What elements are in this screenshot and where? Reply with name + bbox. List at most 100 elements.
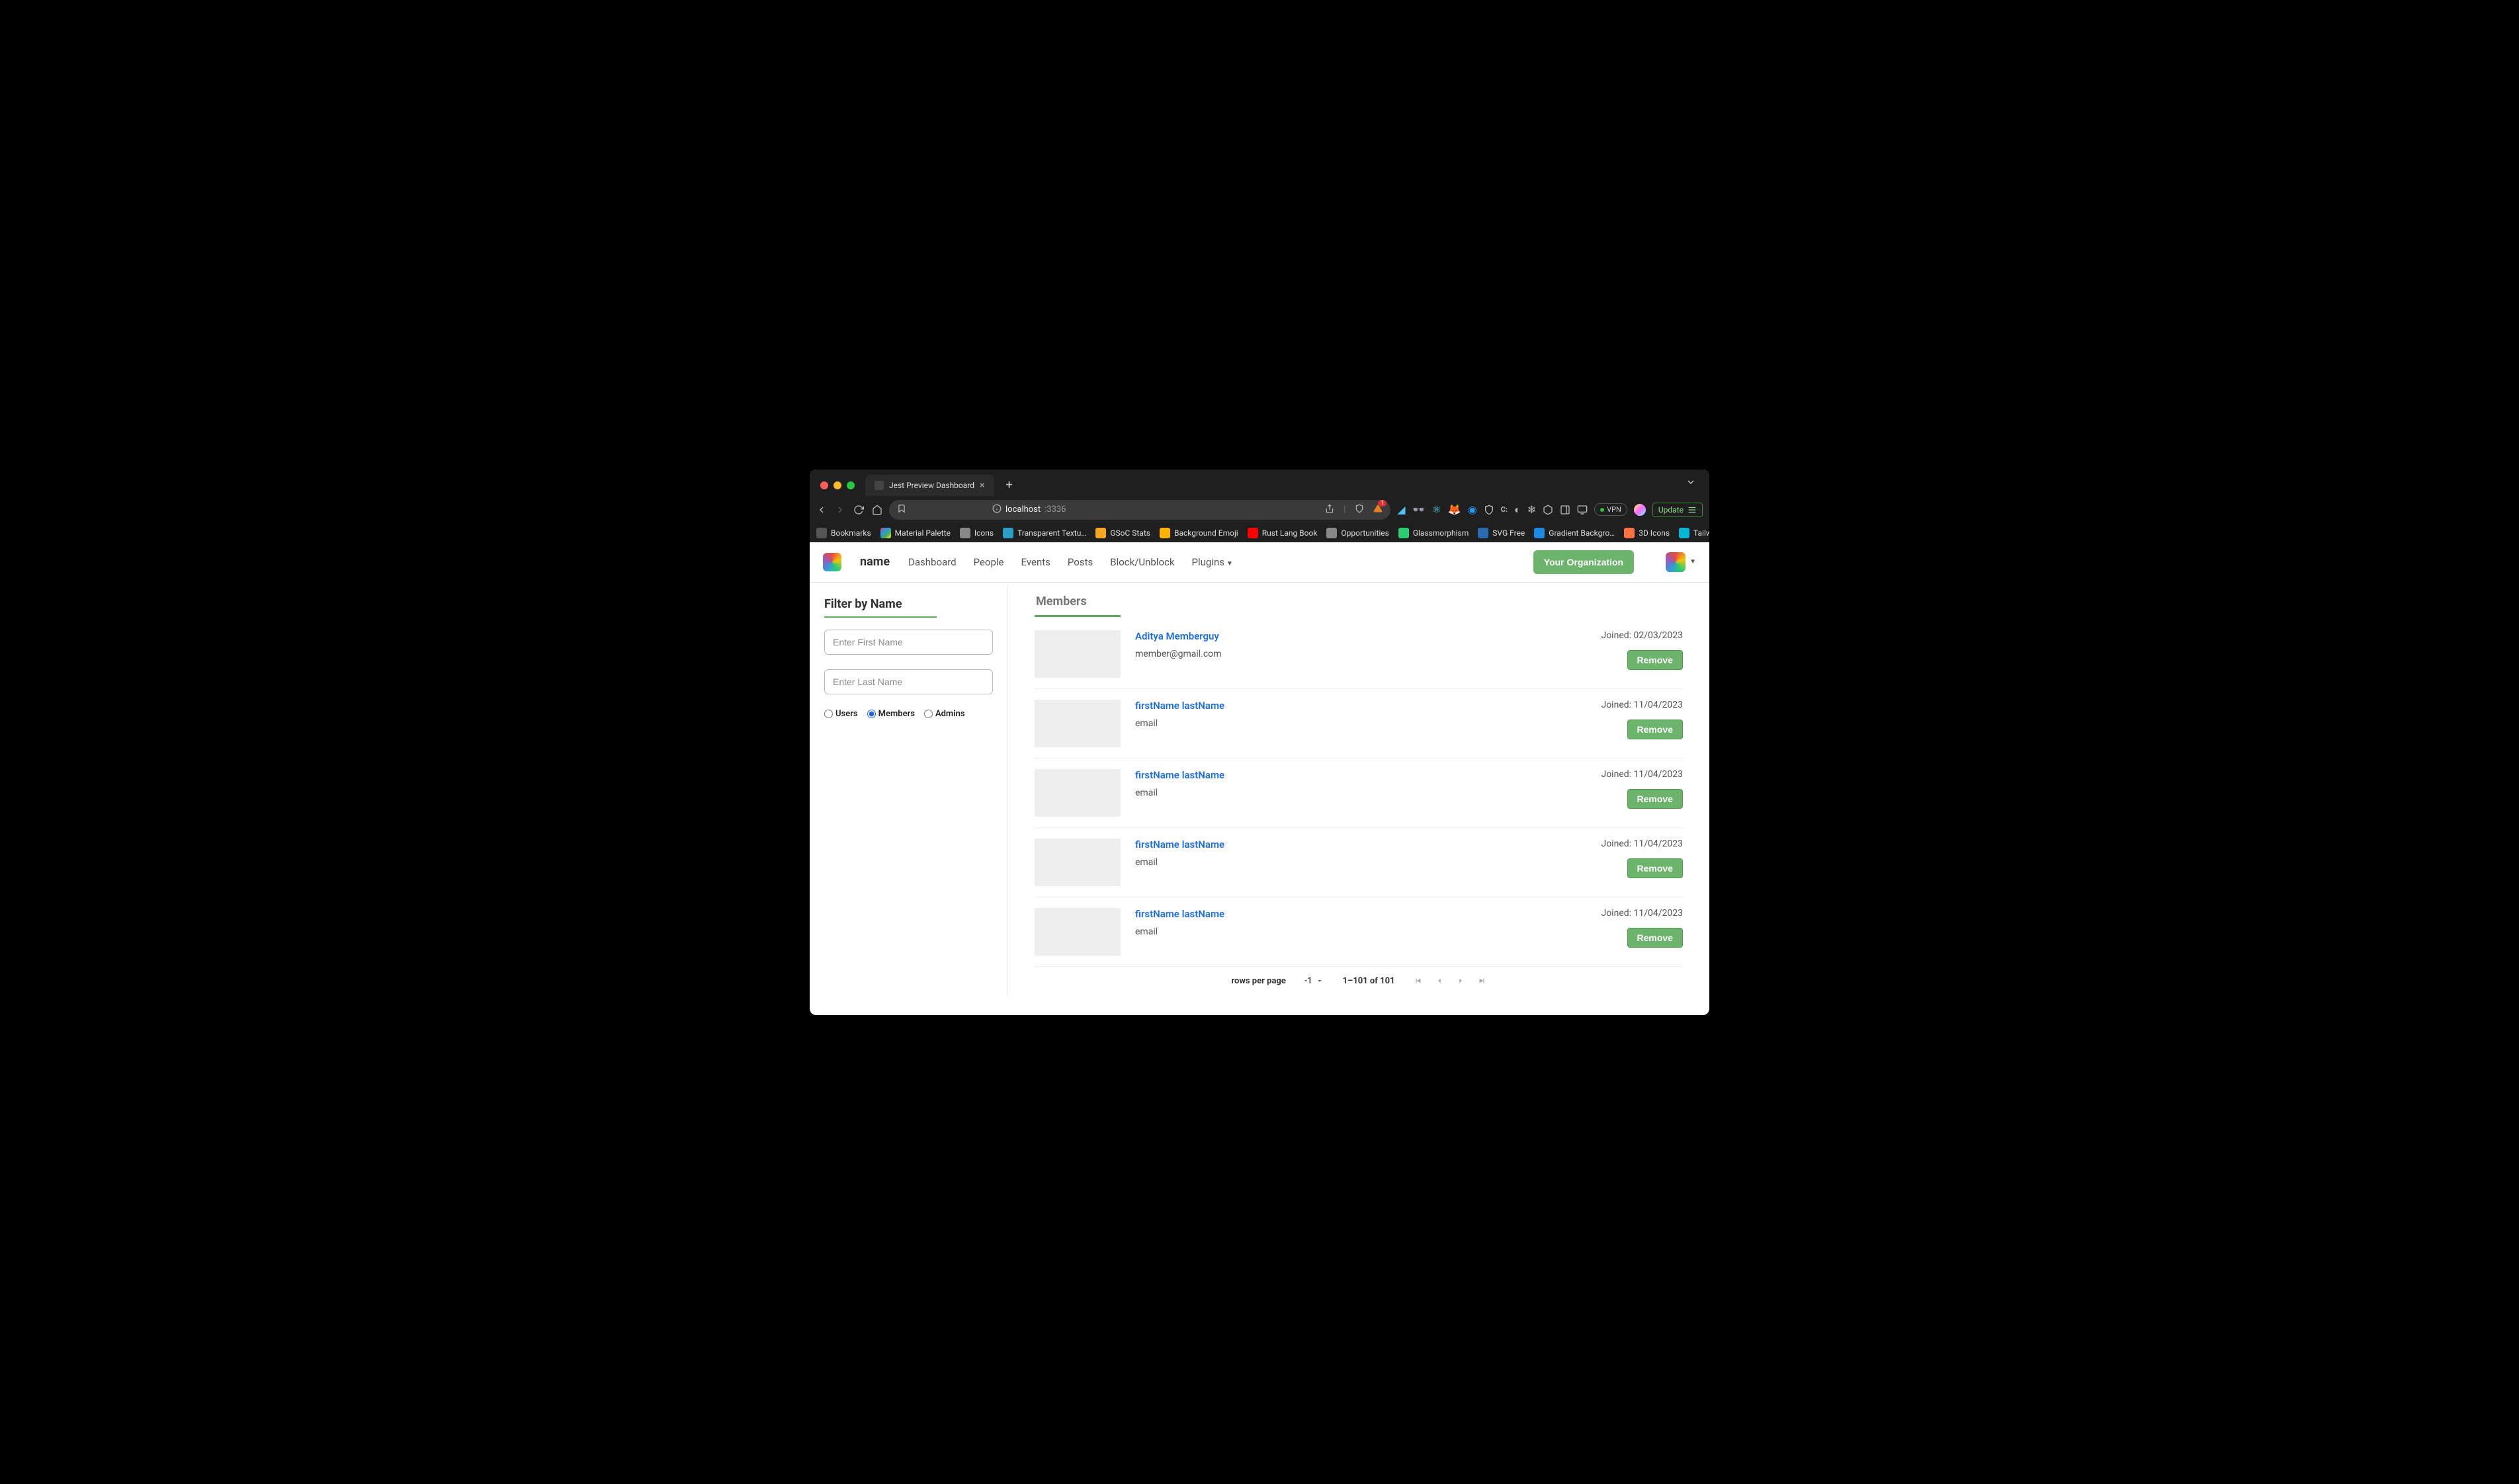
bookmark-item[interactable]: Glassmorphism [1398, 528, 1469, 538]
remove-button[interactable]: Remove [1627, 650, 1683, 670]
member-name-link[interactable]: Aditya Memberguy [1135, 630, 1549, 642]
browser-tab[interactable]: Jest Preview Dashboard × [865, 475, 994, 496]
info-icon[interactable] [992, 504, 1002, 516]
tab-title: Jest Preview Dashboard [889, 481, 974, 490]
remove-button[interactable]: Remove [1627, 720, 1683, 739]
warning-badge-icon[interactable] [1373, 504, 1383, 516]
ext-icon-paint[interactable]: ◢ [1397, 503, 1405, 516]
chevron-down-icon[interactable] [1686, 477, 1703, 494]
profile-avatar-icon[interactable] [1634, 504, 1646, 516]
ext-icon-fox[interactable]: 🦊 [1448, 503, 1461, 516]
window-minimize-icon[interactable] [833, 481, 841, 489]
ext-icon-snow[interactable]: ❄ [1527, 503, 1536, 516]
page-prev-icon[interactable] [1435, 976, 1444, 985]
content-area: Filter by Name Users Members Admins Memb… [810, 583, 1709, 1015]
device-icon[interactable] [1577, 505, 1588, 515]
bookmark-favicon [1398, 528, 1409, 538]
vpn-pill[interactable]: VPN [1594, 503, 1627, 516]
bookmark-item[interactable]: GSoC Stats [1095, 528, 1150, 538]
bookmark-item[interactable]: SVG Free [1478, 528, 1525, 538]
bookmark-label: 3D Icons [1639, 528, 1670, 538]
radio-admins[interactable]: Admins [924, 709, 965, 719]
member-joined: Joined: 02/03/2023 [1601, 630, 1683, 641]
remove-button[interactable]: Remove [1627, 789, 1683, 809]
member-name-link[interactable]: firstName lastName [1135, 839, 1549, 850]
bookmark-item[interactable]: Background Emoji [1160, 528, 1238, 538]
first-name-input[interactable] [824, 630, 993, 655]
bookmark-item[interactable]: Rust Lang Book [1248, 528, 1318, 538]
vpn-label: VPN [1607, 505, 1621, 514]
url-bar[interactable]: localhost:3336 | [889, 500, 1390, 520]
member-email: email [1135, 927, 1549, 937]
menu-icon [1687, 505, 1697, 515]
reload-icon[interactable] [853, 505, 864, 515]
panels-icon[interactable] [1560, 505, 1570, 515]
nav-plugins[interactable]: Plugins▼ [1192, 556, 1233, 568]
url-port: :3336 [1045, 505, 1066, 515]
member-row: firstName lastName email Joined: 11/04/2… [1035, 828, 1683, 897]
bookmark-favicon [880, 528, 891, 538]
update-label: Update [1658, 505, 1684, 515]
shield-icon[interactable] [1355, 504, 1364, 516]
ext-icon-moon[interactable]: ◐ [1514, 503, 1521, 516]
remove-button[interactable]: Remove [1627, 858, 1683, 878]
ext-icon-glasses[interactable]: 👓 [1412, 503, 1426, 516]
your-organization-button[interactable]: Your Organization [1533, 550, 1634, 574]
main-panel: Members Aditya Memberguy member@gmail.co… [1008, 583, 1709, 995]
nav-events[interactable]: Events [1021, 556, 1050, 568]
remove-button[interactable]: Remove [1627, 928, 1683, 948]
bookmark-outline-icon[interactable] [897, 504, 906, 516]
member-joined: Joined: 11/04/2023 [1601, 700, 1683, 710]
member-name-link[interactable]: firstName lastName [1135, 700, 1549, 712]
update-button[interactable]: Update [1652, 503, 1703, 517]
bookmark-item[interactable]: Icons [960, 528, 994, 538]
last-name-input[interactable] [824, 669, 993, 694]
bookmark-favicon [1160, 528, 1170, 538]
member-avatar [1035, 908, 1121, 956]
radio-users[interactable]: Users [824, 709, 858, 719]
tab-favicon [875, 481, 884, 490]
home-icon[interactable] [872, 505, 882, 515]
page-next-icon[interactable] [1456, 976, 1465, 985]
rows-per-page-select[interactable]: -1 [1304, 976, 1324, 986]
profile-menu[interactable]: ▼ [1666, 552, 1696, 572]
extensions-icon[interactable] [1543, 505, 1553, 515]
nav-people[interactable]: People [974, 556, 1004, 568]
bookmark-favicon [1003, 528, 1013, 538]
page-last-icon[interactable] [1477, 976, 1486, 985]
nav-block-unblock[interactable]: Block/Unblock [1110, 556, 1174, 568]
page-first-icon[interactable] [1414, 976, 1423, 985]
nav-back-icon[interactable] [816, 505, 827, 515]
radio-members[interactable]: Members [867, 709, 915, 719]
bookmark-item[interactable]: 3D Icons [1624, 528, 1670, 538]
close-icon[interactable]: × [980, 480, 984, 491]
ext-icon-react[interactable]: ⚛ [1431, 503, 1441, 516]
nav-dashboard[interactable]: Dashboard [908, 556, 957, 568]
caret-down-icon: ▼ [1226, 560, 1233, 567]
window-close-icon[interactable] [820, 481, 828, 489]
bookmark-item[interactable]: Transparent Textu… [1003, 528, 1086, 538]
member-name-link[interactable]: firstName lastName [1135, 908, 1549, 920]
nav-posts[interactable]: Posts [1068, 556, 1093, 568]
ext-icon-docker[interactable]: ◉ [1468, 503, 1477, 516]
member-row: firstName lastName email Joined: 11/04/2… [1035, 689, 1683, 759]
bookmark-label: Transparent Textu… [1017, 528, 1086, 538]
bookmark-item[interactable]: Gradient Backgro… [1534, 528, 1615, 538]
pagination: rows per page -1 1–101 of 101 [1035, 966, 1683, 989]
bookmark-item[interactable]: Opportunities [1326, 528, 1388, 538]
bookmark-favicon [816, 528, 827, 538]
ext-icon-shield[interactable] [1484, 505, 1494, 515]
bookmark-item[interactable]: Material Palette [880, 528, 951, 538]
member-avatar [1035, 839, 1121, 886]
member-name-link[interactable]: firstName lastName [1135, 769, 1549, 781]
new-tab-button[interactable]: + [1001, 475, 1018, 495]
bookmark-item[interactable]: Tailwind CSS Text… [1679, 528, 1709, 538]
bookmark-item[interactable]: Bookmarks [816, 528, 871, 538]
app-navbar: name Dashboard People Events Posts Block… [810, 542, 1709, 583]
window-maximize-icon[interactable] [847, 481, 855, 489]
share-icon[interactable] [1325, 504, 1334, 516]
ext-icon-code[interactable]: C: [1501, 505, 1508, 514]
pagination-range: 1–101 of 101 [1343, 976, 1395, 986]
chrome-tab-bar: Jest Preview Dashboard × + [810, 470, 1709, 496]
nav-forward-icon[interactable] [835, 505, 845, 515]
